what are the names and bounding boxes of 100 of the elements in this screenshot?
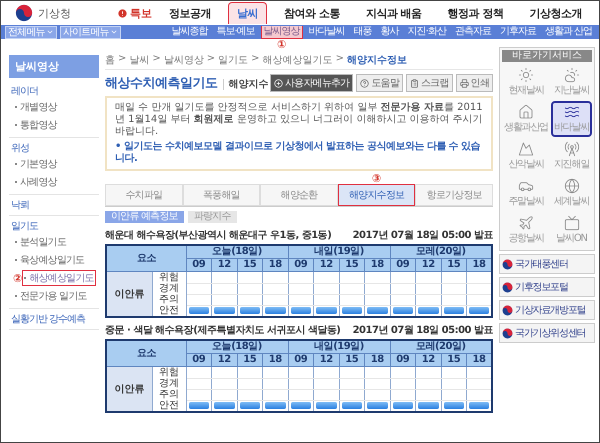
shortcut-item[interactable]: 공항날씨 (502, 212, 550, 248)
subnav-item[interactable]: 날씨종합 (168, 26, 210, 38)
column-header: 모레(20일) (390, 340, 492, 354)
subnav-item[interactable]: 태풍 (350, 26, 375, 38)
shortcut-item[interactable]: 주말날씨 (502, 175, 550, 211)
column-header: 내일(19일) (288, 245, 390, 258)
level-bar (342, 307, 362, 314)
emblem-icon (502, 328, 513, 338)
nav-item[interactable]: 행정과 정책 (438, 2, 512, 24)
shortcut-item[interactable]: 지진해일 (551, 138, 592, 174)
clipboard-icon (410, 78, 419, 88)
nav-item[interactable]: 지식과 배움 (356, 2, 431, 24)
emblem-icon (502, 304, 513, 316)
column-header: 모레(20일) (390, 245, 492, 258)
breadcrumb-separator: > (118, 53, 126, 66)
toolbar-button[interactable]: 사용자메뉴추가 (270, 74, 354, 92)
level-bar (469, 307, 489, 314)
alert-link[interactable]: 특보 (116, 6, 152, 20)
subnav-item[interactable]: 날씨영상 (260, 26, 303, 38)
column-header: 내일(19일) (288, 340, 390, 354)
emblem-icon (15, 4, 33, 22)
shortcut-item[interactable]: 생활과산업 (502, 101, 550, 137)
subnav-item[interactable]: 지진·화산 (404, 26, 449, 38)
sidebar-title: 날씨영상 (9, 55, 99, 78)
sidebar-item[interactable]: 기본영상 (13, 156, 59, 172)
cloud-sun-icon (564, 67, 580, 83)
subnav-item[interactable]: 바다날씨 (306, 26, 348, 38)
level-label: 위험 (152, 272, 186, 283)
level-bar (290, 307, 311, 314)
tab[interactable]: 수치파일 (105, 184, 183, 206)
portal-link[interactable]: 기후정보포털 (499, 277, 595, 297)
level-label: 위험 (152, 366, 186, 378)
portal-link[interactable]: 기상자료개방포털 (499, 300, 595, 320)
tab[interactable]: 해양순환 (260, 184, 338, 206)
tab[interactable]: 항로기상정보 (415, 184, 493, 206)
sun-icon (518, 67, 534, 83)
nav-item[interactable]: 정보공개 (160, 2, 220, 24)
level-label: 안전 (152, 400, 186, 412)
tv-icon (564, 215, 580, 231)
subnav-item[interactable]: 관측자료 (452, 26, 494, 38)
table-title: 해운대 해수욕장(부산광역시 해운대구 우1동, 중1동) (105, 229, 332, 242)
shortcut-item[interactable]: 현재날씨 (502, 64, 550, 100)
breadcrumb-link[interactable]: 해상예상일기도 (262, 53, 333, 67)
column-header: 요소 (106, 245, 186, 272)
subnav-item[interactable]: 기후자료 (496, 26, 539, 38)
level-bar (265, 307, 286, 314)
breadcrumb-separator: > (152, 53, 161, 66)
breadcrumb-link[interactable]: 홈 (105, 53, 115, 67)
sidebar-item[interactable]: 개별영상 (13, 99, 59, 115)
house-icon (518, 104, 534, 120)
breadcrumb-separator: > (336, 53, 344, 66)
level-bar (240, 307, 260, 314)
subnav-item[interactable]: 특보·예보 (213, 26, 258, 38)
sidebar-item[interactable]: 해상예상일기도 (22, 270, 96, 286)
nav-item[interactable]: 기상청소개 (520, 2, 591, 24)
toolbar-button[interactable]: 인쇄 (456, 74, 493, 92)
menu-dropdown[interactable]: 사이트메뉴 (60, 26, 121, 38)
logo-text[interactable]: 기상청 (38, 6, 71, 20)
level-bar (290, 402, 311, 410)
level-bar (214, 402, 234, 410)
sidebar-group[interactable]: 실황기반 강수예측 (11, 314, 86, 325)
callout-number: ③ (372, 173, 382, 184)
breadcrumb-link[interactable]: 날씨 (129, 53, 150, 67)
level-label: 경계 (152, 378, 186, 389)
portal-link[interactable]: 국가기상위성센터 (499, 323, 595, 343)
level-bar (418, 402, 438, 410)
menu-dropdown[interactable]: 전체메뉴 (5, 26, 57, 38)
breadcrumb-link[interactable]: 일기도 (218, 53, 248, 67)
level-bar (392, 402, 413, 410)
level-bar (316, 402, 336, 410)
subnav-item[interactable]: 황사 (378, 26, 402, 38)
tab[interactable]: 해양지수정보 (338, 184, 416, 206)
toolbar-button[interactable]: 스크랩 (406, 74, 453, 92)
sidebar-item[interactable]: 전문가용 일기도 (13, 288, 89, 304)
breadcrumb-link[interactable]: 해양지수정보 (346, 53, 407, 67)
tab[interactable]: 폭풍해일 (182, 184, 260, 206)
nav-item[interactable]: 날씨 (228, 2, 267, 24)
sidebar-item[interactable]: 분석일기도 (13, 234, 68, 250)
subnav-item[interactable]: 생활과 산업 (542, 26, 595, 38)
nav-item[interactable]: 참여와 소통 (274, 2, 349, 24)
caret-icon (46, 28, 54, 36)
sidebar-item[interactable]: 통합영상 (13, 117, 59, 133)
sidebar-item[interactable]: 사례영상 (13, 174, 59, 190)
issue-time: 2017년 07월 18일 05:00 발표 (352, 324, 493, 337)
breadcrumb-link[interactable]: 날씨영상 (164, 53, 204, 67)
help-icon (360, 78, 370, 88)
shortcut-item[interactable]: 날씨ON (551, 212, 592, 248)
toolbar-button[interactable]: 도움말 (356, 74, 403, 92)
sub-tab[interactable]: 파랑지수 (188, 211, 237, 223)
portal-link[interactable]: 국가태풍센터 (499, 254, 595, 274)
sidebar-group[interactable]: 위성 (11, 143, 29, 154)
shortcut-item[interactable]: 산악날씨 (502, 138, 550, 174)
sidebar-group[interactable]: 낙뢰 (11, 200, 29, 211)
notice-note: • 일기도는 수치예보모델 결과이므로 기상청에서 발표하는 공식예보와는 다를 수 있습니다. (115, 141, 482, 165)
shortcut-item[interactable]: 지난날씨 (551, 64, 592, 100)
sidebar-group[interactable]: 레이더 (11, 86, 38, 97)
shortcut-item[interactable]: 세계날씨 (551, 175, 592, 211)
sub-tab[interactable]: 이안류 예측정보 (105, 211, 184, 223)
sidebar-group[interactable]: 일기도 (11, 221, 38, 232)
sidebar-item[interactable]: 육상예상일기도 (13, 252, 86, 268)
